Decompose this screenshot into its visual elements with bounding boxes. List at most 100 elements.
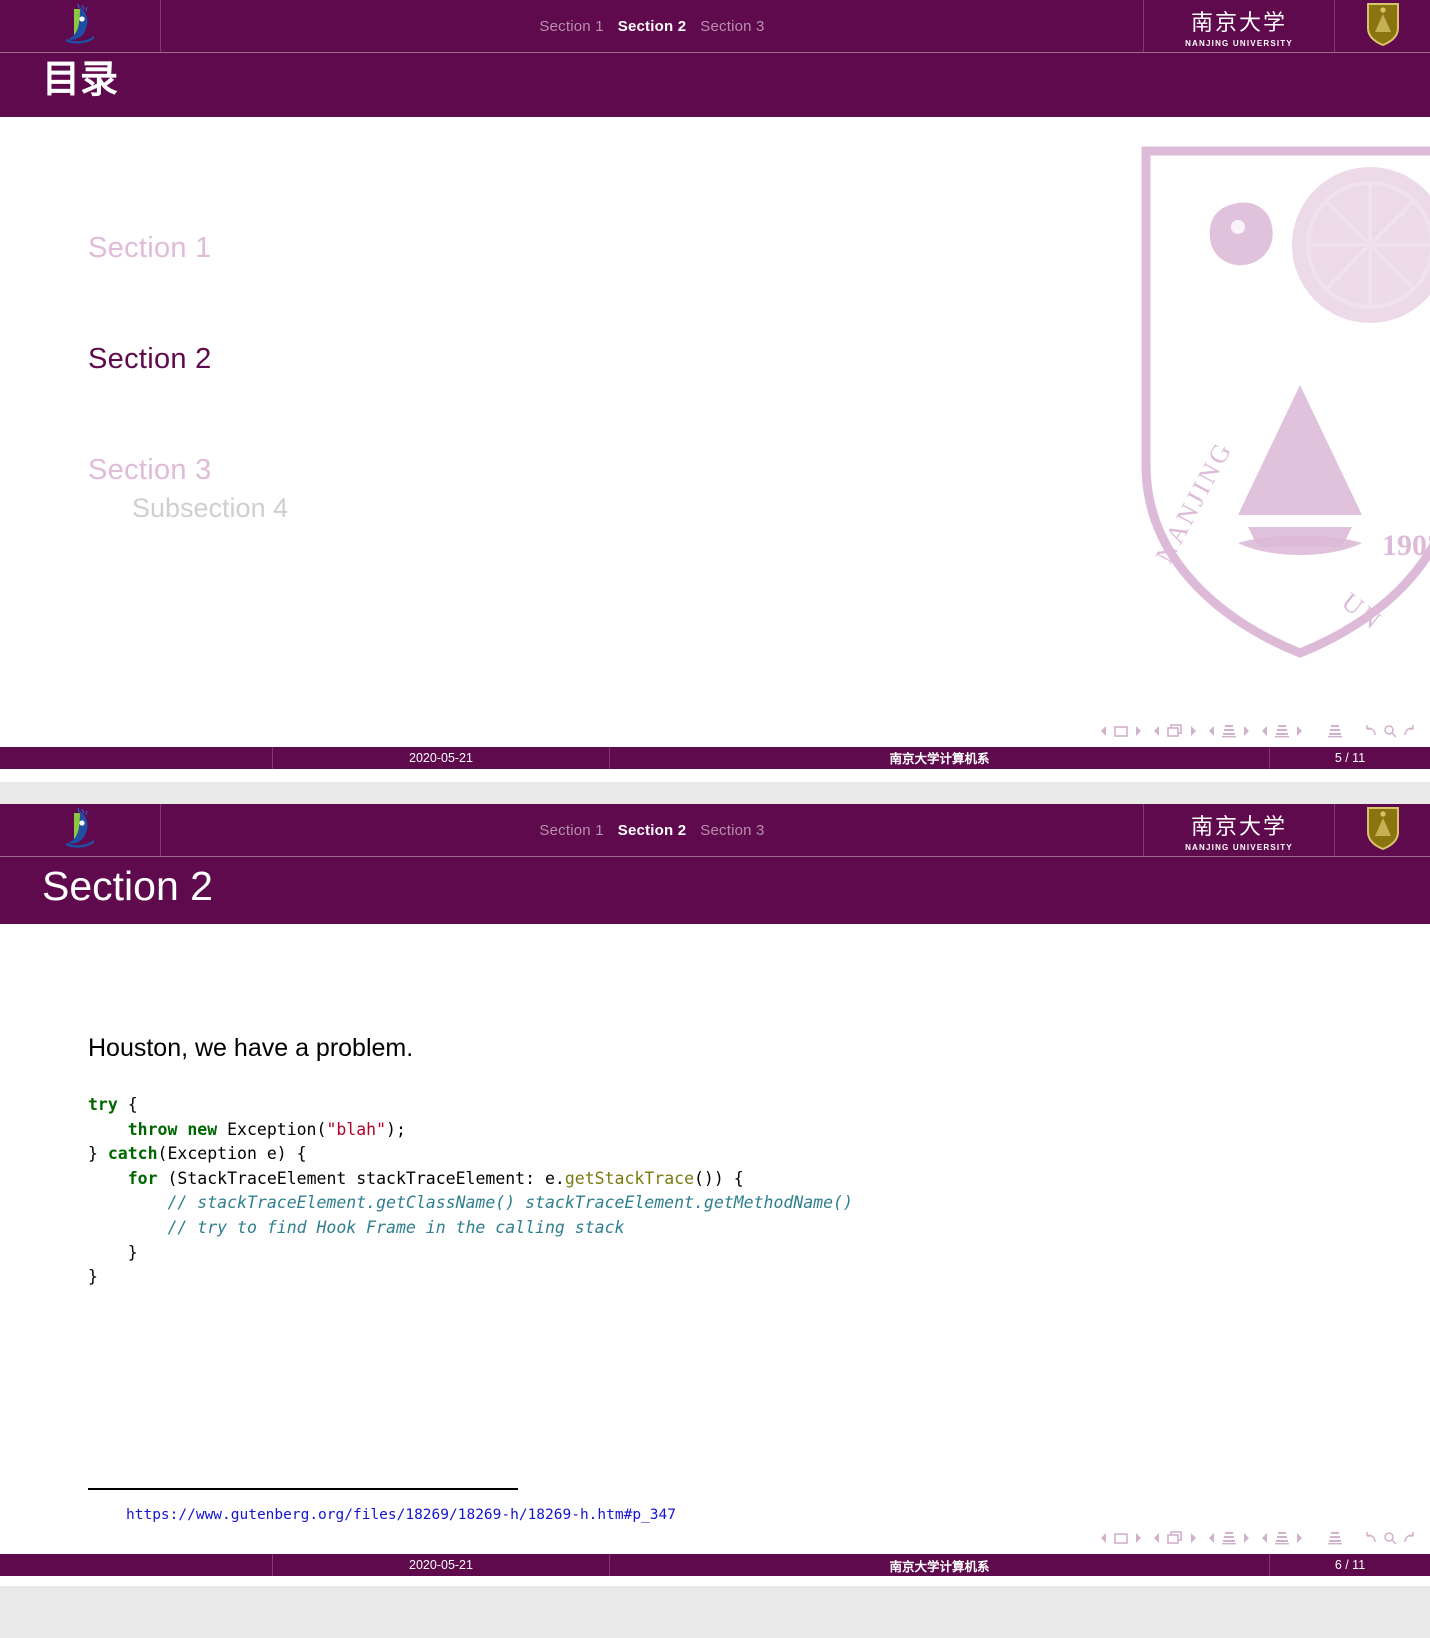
svg-text:NANJING: NANJING <box>1150 436 1238 568</box>
slide-icon <box>1114 1533 1128 1544</box>
subsection-icon <box>1222 724 1236 738</box>
department-logo-cell <box>0 0 161 52</box>
frames-icon <box>1167 1531 1182 1544</box>
prev-frame-arrow <box>1154 725 1159 736</box>
prev-frame-arrow <box>1154 1533 1159 1544</box>
footer-institute: 南京大学计算机系 <box>610 746 1270 769</box>
subsection-navigation-group[interactable] <box>1207 1530 1251 1546</box>
section-icon <box>1275 724 1289 738</box>
page-title: 目录 <box>42 59 119 101</box>
next-slide-arrow <box>1136 725 1141 736</box>
section-navigation-group[interactable] <box>1260 1530 1304 1546</box>
section-icon <box>1275 1532 1289 1545</box>
forward-icon <box>1404 724 1414 735</box>
java-code-block: try { throw new Exception("blah"); } cat… <box>88 1095 853 1287</box>
next-section-arrow <box>1297 1533 1302 1544</box>
footer-date: 2020-05-21 <box>273 1554 610 1577</box>
search-icon <box>1384 724 1397 738</box>
nav-section-1[interactable]: Section 1 <box>539 18 603 35</box>
slide-footer: 2020-05-21 南京大学计算机系 5 / 11 <box>0 746 1430 769</box>
toc-item-subsection-4[interactable]: Subsection 4 <box>132 493 288 524</box>
next-frame-arrow <box>1191 725 1196 736</box>
document-group[interactable] <box>1327 1530 1343 1546</box>
frame-navigation-group[interactable] <box>1152 723 1198 739</box>
university-shield-cell <box>1335 0 1430 52</box>
slide-table-of-contents: Section 1 Section 2 Section 3 南京大学 NANJI… <box>0 0 1430 782</box>
toc-item-section-1[interactable]: Section 1 <box>88 232 288 265</box>
footnote: https://www.gutenberg.org/files/18269/18… <box>88 1488 1430 1524</box>
section-navigation[interactable]: Section 1 Section 2 Section 3 <box>161 804 1144 856</box>
prev-section-arrow <box>1262 725 1267 736</box>
footer-date: 2020-05-21 <box>273 746 610 769</box>
document-group[interactable] <box>1327 723 1343 739</box>
back-icon <box>1366 1532 1376 1543</box>
beamer-navigation-symbols[interactable] <box>1099 723 1416 739</box>
slide-icon <box>1114 725 1128 737</box>
footnote-link[interactable]: https://www.gutenberg.org/files/18269/18… <box>126 1507 676 1523</box>
university-crest-watermark: 1902 NANJING UN <box>1130 135 1430 665</box>
slide-body: 1902 NANJING UN Section 1 Section 2 Sect… <box>0 116 1430 747</box>
university-name-en: NANJING UNIVERSITY <box>1185 38 1293 48</box>
next-subsection-arrow <box>1244 725 1249 736</box>
slide-title-bar: 目录 <box>0 52 1430 117</box>
department-logo-icon <box>60 3 100 50</box>
slide-navigation-group[interactable] <box>1099 1531 1143 1545</box>
toc-item-section-3[interactable]: Section 3 <box>88 454 288 487</box>
university-wordmark-cell: 南京大学 NANJING UNIVERSITY <box>1144 0 1335 52</box>
university-name-cn: 南京大学 <box>1190 813 1287 839</box>
back-icon <box>1366 724 1376 735</box>
section-navigation-group[interactable] <box>1260 723 1304 739</box>
nav-section-3[interactable]: Section 3 <box>700 822 764 839</box>
toc-item-section-2[interactable]: Section 2 <box>88 343 288 376</box>
frame-navigation-group[interactable] <box>1152 1530 1198 1546</box>
department-logo-cell <box>0 804 161 856</box>
prev-subsection-arrow <box>1209 1533 1214 1544</box>
slide-header: Section 1 Section 2 Section 3 南京大学 NANJI… <box>0 0 1430 52</box>
intro-paragraph: Houston, we have a problem. <box>88 1034 414 1063</box>
footer-page-number: 5 / 11 <box>1334 750 1366 765</box>
footer-left-spacer <box>0 746 273 769</box>
university-name-cn: 南京大学 <box>1190 9 1287 35</box>
document-icon <box>1328 1532 1342 1545</box>
history-group[interactable] <box>1364 724 1416 738</box>
subsection-icon <box>1222 1532 1236 1545</box>
prev-section-arrow <box>1262 1533 1267 1544</box>
subsection-navigation-group[interactable] <box>1207 723 1251 739</box>
forward-icon <box>1404 1532 1414 1543</box>
next-subsection-arrow <box>1244 1533 1249 1544</box>
university-shield-icon <box>1366 2 1400 51</box>
next-slide-arrow <box>1136 1533 1141 1544</box>
slide-footer: 2020-05-21 南京大学计算机系 6 / 11 <box>0 1554 1430 1577</box>
prev-slide-arrow <box>1101 725 1106 736</box>
svg-text:UN: UN <box>1336 587 1388 637</box>
search-icon <box>1384 1532 1397 1545</box>
next-section-arrow <box>1297 725 1302 736</box>
section-navigation[interactable]: Section 1 Section 2 Section 3 <box>161 0 1144 52</box>
slide-body: Houston, we have a problem. try { throw … <box>0 924 1430 1555</box>
university-shield-cell <box>1335 804 1430 856</box>
slide-navigation-group[interactable] <box>1099 724 1143 738</box>
department-logo-icon <box>60 807 100 854</box>
prev-subsection-arrow <box>1209 725 1214 736</box>
table-of-contents: Section 1 Section 2 Section 3 Subsection… <box>88 232 288 524</box>
nav-section-1[interactable]: Section 1 <box>539 822 603 839</box>
slide-header: Section 1 Section 2 Section 3 南京大学 NANJI… <box>0 804 1430 856</box>
slide-title-bar: Section 2 <box>0 856 1430 925</box>
footer-institute: 南京大学计算机系 <box>610 1554 1270 1577</box>
nav-section-2[interactable]: Section 2 <box>618 18 687 35</box>
frames-icon <box>1167 723 1182 737</box>
slide-section-2: Section 1 Section 2 Section 3 南京大学 NANJI… <box>0 804 1430 1586</box>
slide-content: Houston, we have a problem. try { throw … <box>88 1034 1370 1290</box>
beamer-navigation-symbols[interactable] <box>1099 1530 1416 1546</box>
history-group[interactable] <box>1364 1531 1416 1545</box>
footnote-rule <box>88 1488 518 1491</box>
university-name-en: NANJING UNIVERSITY <box>1185 842 1293 852</box>
university-wordmark-cell: 南京大学 NANJING UNIVERSITY <box>1144 804 1335 856</box>
nav-section-3[interactable]: Section 3 <box>700 18 764 35</box>
prev-slide-arrow <box>1101 1533 1106 1544</box>
page-title: Section 2 <box>42 863 213 909</box>
svg-text:1902: 1902 <box>1382 529 1430 562</box>
footer-left-spacer <box>0 1554 273 1577</box>
nav-section-2[interactable]: Section 2 <box>618 822 687 839</box>
university-shield-icon <box>1366 806 1400 855</box>
